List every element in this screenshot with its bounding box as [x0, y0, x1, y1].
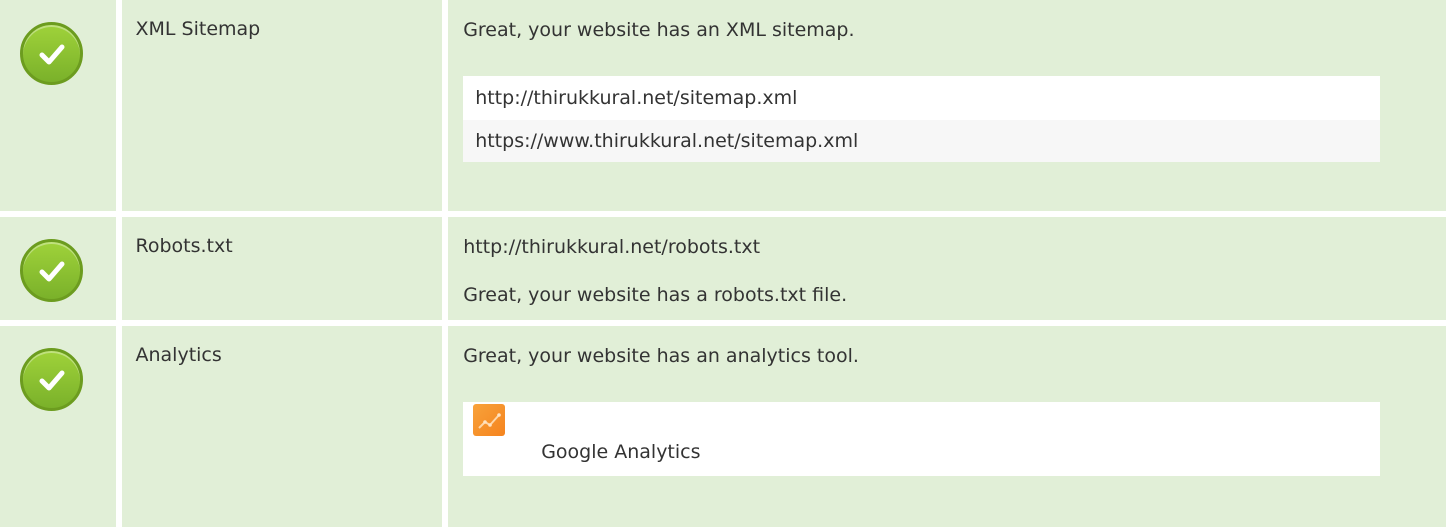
check-message: Great, your website has an XML sitemap.	[463, 19, 855, 41]
sitemap-url: https://www.thirukkural.net/sitemap.xml	[463, 120, 1381, 162]
check-circle-icon	[20, 348, 83, 411]
status-cell	[0, 326, 116, 527]
check-label: Analytics	[121, 326, 443, 527]
check-message: Great, your website has an analytics too…	[463, 345, 859, 367]
check-row-analytics: Analytics Great, your website has an ana…	[0, 326, 1446, 527]
check-detail: Great, your website has an XML sitemap. …	[448, 0, 1446, 211]
check-row-xml-sitemap: XML Sitemap Great, your website has an X…	[0, 0, 1446, 211]
check-detail: Great, your website has an analytics too…	[448, 326, 1446, 527]
analytics-tool-name: Google Analytics	[541, 441, 701, 463]
check-circle-icon	[20, 239, 83, 302]
check-row-robots-txt: Robots.txt http://thirukkural.net/robots…	[0, 217, 1446, 320]
status-cell	[0, 217, 116, 320]
robots-url: http://thirukkural.net/robots.txt	[463, 236, 761, 258]
check-circle-icon	[20, 22, 83, 85]
check-label: Robots.txt	[121, 217, 443, 320]
check-label: XML Sitemap	[121, 0, 443, 211]
check-message: Great, your website has a robots.txt fil…	[463, 284, 848, 306]
google-analytics-icon	[473, 404, 506, 436]
sitemap-url: http://thirukkural.net/sitemap.xml	[463, 76, 1381, 120]
status-cell	[0, 0, 116, 211]
sitemap-url-list: http://thirukkural.net/sitemap.xml https…	[463, 76, 1381, 162]
analytics-tool-item: Google Analytics	[463, 402, 1381, 476]
check-detail: http://thirukkural.net/robots.txt Great,…	[448, 217, 1446, 320]
